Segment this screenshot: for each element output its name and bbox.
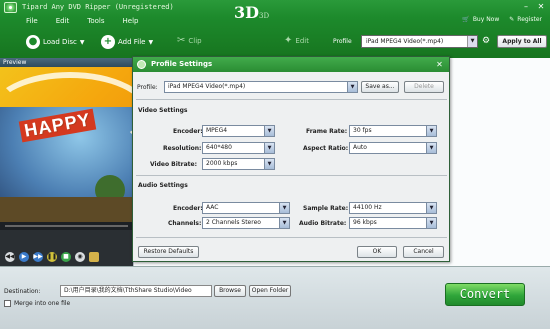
scissors-icon: ✂: [177, 35, 186, 46]
aspect-ratio-label: Aspect Ratio:: [303, 145, 349, 152]
app-icon: [137, 60, 146, 69]
register-link[interactable]: ✎ Register: [509, 16, 542, 23]
audio-bitrate-select[interactable]: 96 kbps ▼: [349, 217, 437, 229]
app-logo-icon: [4, 2, 17, 13]
settings-gear-icon[interactable]: ⚙: [482, 36, 495, 47]
chevron-down-icon[interactable]: ▼: [279, 218, 289, 228]
save-as-button[interactable]: Save as...: [361, 81, 399, 93]
chevron-down-icon[interactable]: ▼: [467, 36, 477, 47]
preview-header: Preview: [0, 58, 133, 67]
wand-icon: ✦: [284, 35, 293, 46]
seek-bar[interactable]: [0, 222, 133, 230]
frame-rate-label: Frame Rate:: [306, 128, 348, 135]
preview-panel: Preview HAPPY ◀◀ ▶ ▶▶ ❚❚ ■ ◉: [0, 58, 133, 266]
profile-select[interactable]: iPad MPEG4 Video(*.mp4) ▼: [361, 35, 478, 48]
cancel-button[interactable]: Cancel: [403, 246, 444, 258]
add-file-button[interactable]: + Add File ▼: [101, 35, 153, 49]
frame-rate-select[interactable]: 30 fps ▼: [349, 125, 437, 137]
edit-button[interactable]: ✦ Edit: [284, 35, 309, 46]
sample-rate-select[interactable]: 44100 Hz ▼: [349, 202, 437, 214]
destination-input[interactable]: D:\用户目录\我的文档\TthShare Studio\Video: [60, 285, 212, 297]
chevron-down-icon[interactable]: ▼: [279, 203, 289, 213]
merge-checkbox[interactable]: [4, 300, 11, 307]
buy-now-link[interactable]: 🛒 Buy Now: [462, 16, 499, 23]
chevron-down-icon[interactable]: ▼: [347, 82, 357, 92]
chevron-down-icon[interactable]: ▼: [426, 218, 436, 228]
chevron-down-icon[interactable]: ▼: [426, 203, 436, 213]
resolution-select[interactable]: 640*480 ▼: [202, 142, 275, 154]
dialog-title-bar: Profile Settings ✕: [133, 57, 449, 72]
dialog-profile-select[interactable]: iPad MPEG4 Video(*.mp4) ▼: [164, 81, 358, 93]
rewind-icon[interactable]: ◀◀: [5, 252, 15, 262]
3d-button[interactable]: 3D3D: [234, 3, 269, 22]
audio-encoder-select[interactable]: AAC ▼: [202, 202, 290, 214]
close-icon[interactable]: ✕: [535, 2, 547, 12]
video-encoder-select[interactable]: MPEG4 ▼: [202, 125, 275, 137]
channels-label: Channels:: [168, 220, 202, 227]
chevron-down-icon[interactable]: ▼: [426, 126, 436, 136]
restore-defaults-button[interactable]: Restore Defaults: [138, 246, 199, 258]
dialog-profile-label: Profile:: [137, 84, 158, 91]
browse-button[interactable]: Browse: [214, 285, 246, 297]
audio-bitrate-label: Audio Bitrate:: [299, 220, 347, 227]
chevron-down-icon[interactable]: ▼: [80, 39, 85, 46]
open-folder-button[interactable]: Open Folder: [249, 285, 291, 297]
menu-bar: File Edit Tools Help: [26, 17, 139, 25]
clip-button[interactable]: ✂ Clip: [177, 35, 202, 46]
aspect-ratio-select[interactable]: Auto ▼: [349, 142, 437, 154]
player-controls: ◀◀ ▶ ▶▶ ❚❚ ■ ◉: [0, 248, 133, 266]
chevron-down-icon[interactable]: ▼: [264, 126, 274, 136]
profile-label: Profile: [333, 38, 352, 45]
video-bitrate-label: Video Bitrate:: [150, 161, 198, 168]
fast-forward-icon[interactable]: ▶▶: [33, 252, 43, 262]
chevron-down-icon[interactable]: ▼: [264, 159, 274, 169]
menu-right: 🛒 Buy Now ✎ Register: [462, 16, 542, 23]
menu-tools[interactable]: Tools: [87, 17, 104, 25]
ok-button[interactable]: OK: [357, 246, 397, 258]
disc-icon: ●: [26, 35, 40, 49]
load-disc-button[interactable]: ● Load Disc ▼: [26, 35, 84, 49]
video-settings-header: Video Settings: [138, 107, 188, 114]
pause-icon[interactable]: ❚❚: [47, 252, 57, 262]
chevron-down-icon[interactable]: ▼: [426, 143, 436, 153]
cart-icon: 🛒: [462, 16, 470, 23]
window-title: Tipard Any DVD Ripper (Unregistered): [22, 3, 174, 11]
sample-rate-label: Sample Rate:: [303, 205, 349, 212]
convert-button[interactable]: Convert: [445, 283, 525, 306]
window-controls: – ✕: [520, 2, 547, 12]
minimize-icon[interactable]: –: [520, 2, 532, 12]
close-icon[interactable]: ✕: [434, 59, 445, 70]
apply-to-all-button[interactable]: Apply to All: [497, 35, 547, 48]
app-header: Tipard Any DVD Ripper (Unregistered) – ✕…: [0, 0, 550, 58]
stop-icon[interactable]: ■: [61, 252, 71, 262]
resolution-label: Resolution:: [163, 145, 202, 152]
menu-help[interactable]: Help: [123, 17, 139, 25]
chevron-down-icon[interactable]: ▼: [149, 39, 154, 46]
delete-button[interactable]: Delete: [404, 81, 444, 93]
video-bitrate-select[interactable]: 2000 kbps ▼: [202, 158, 275, 170]
add-file-icon: +: [101, 35, 115, 49]
folder-icon[interactable]: [89, 252, 99, 262]
audio-settings-header: Audio Settings: [138, 182, 188, 189]
merge-label: Merge into one file: [14, 300, 71, 307]
snapshot-icon[interactable]: ◉: [75, 252, 85, 262]
video-preview: HAPPY: [0, 67, 133, 222]
channels-select[interactable]: 2 Channels Stereo ▼: [202, 217, 290, 229]
audio-encoder-label: Encoder:: [173, 205, 203, 212]
pen-icon: ✎: [509, 16, 515, 23]
chevron-down-icon[interactable]: ▼: [264, 143, 274, 153]
menu-file[interactable]: File: [26, 17, 38, 25]
destination-label: Destination:: [4, 288, 41, 295]
play-icon[interactable]: ▶: [19, 252, 29, 262]
menu-edit[interactable]: Edit: [56, 17, 70, 25]
profile-settings-dialog: Profile Settings ✕ Profile: iPad MPEG4 V…: [132, 56, 450, 262]
merge-option[interactable]: Merge into one file: [4, 300, 70, 307]
video-encoder-label: Encoder:: [173, 128, 203, 135]
